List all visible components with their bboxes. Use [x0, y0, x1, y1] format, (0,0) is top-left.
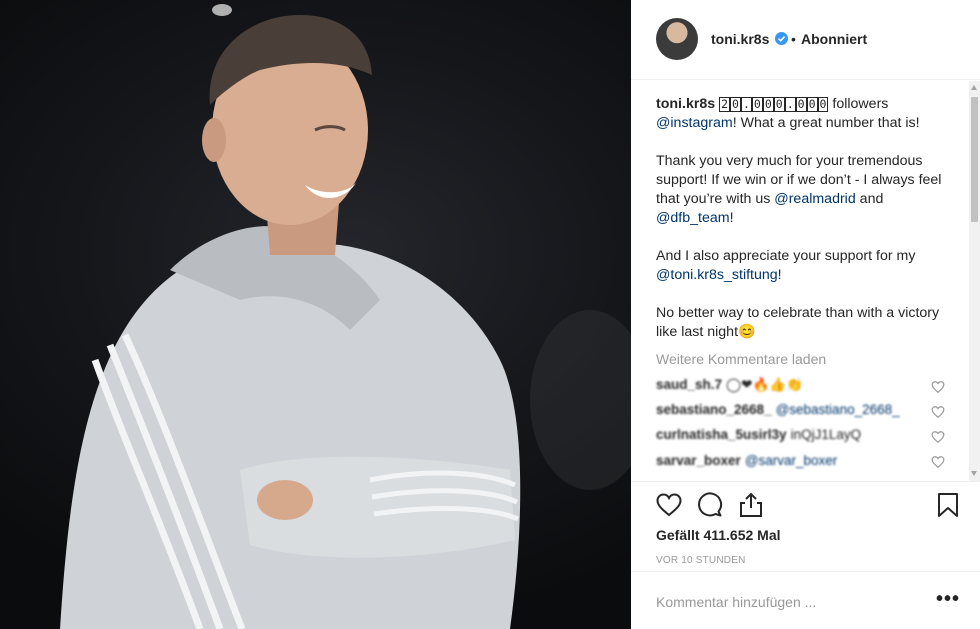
- comment-username[interactable]: sebastiano_2668_: [656, 402, 772, 417]
- smile-emoji-icon: 😊: [738, 324, 756, 340]
- boxed-digit: 0: [795, 97, 807, 112]
- post-timestamp[interactable]: VOR 10 STUNDEN: [656, 555, 746, 566]
- caption-followers-text: followers: [828, 96, 889, 112]
- comment-text: ◯❤🔥👍👏: [726, 377, 803, 392]
- header-username[interactable]: toni.kr8s: [711, 31, 769, 47]
- scroll-up-arrow-icon[interactable]: [971, 85, 977, 90]
- comment-mention[interactable]: @sarvar_boxer: [745, 453, 838, 468]
- boxed-digit: 0: [751, 97, 763, 112]
- add-comment-bar: •••: [631, 571, 980, 629]
- caption-p2-end: !: [729, 210, 734, 226]
- comment-icon[interactable]: [696, 491, 724, 519]
- post-caption: toni.kr8s 20.000.000 followers @instagra…: [656, 95, 948, 361]
- boxed-digit: 0: [773, 97, 785, 112]
- boxed-digit: 0: [730, 97, 741, 112]
- post-photo: [0, 0, 631, 629]
- comments-area: toni.kr8s 20.000.000 followers @instagra…: [631, 81, 980, 481]
- comment-username[interactable]: curlnatisha_5usirl3y: [656, 427, 787, 442]
- comments-scrollbar[interactable]: [969, 81, 980, 481]
- post-side-panel: toni.kr8s • Abonniert toni.kr8s 20.000.0…: [631, 0, 980, 629]
- caption-p4-text: No better way to celebrate than with a v…: [656, 305, 940, 340]
- likes-count[interactable]: Gefällt 411.652 Mal: [656, 527, 781, 543]
- post-header: toni.kr8s • Abonniert: [631, 0, 980, 80]
- verified-badge-icon: [775, 32, 788, 45]
- follow-status-button[interactable]: Abonniert: [801, 31, 867, 47]
- mention-instagram[interactable]: @instagram: [656, 115, 733, 131]
- bookmark-icon[interactable]: [934, 491, 962, 519]
- mention-realmadrid[interactable]: @realmadrid: [774, 191, 855, 207]
- comment-row: saud_sh.7 ◯❤🔥👍👏: [656, 377, 956, 397]
- boxed-number: 20.000.000: [719, 95, 829, 114]
- comment-like-heart-icon[interactable]: [931, 430, 945, 444]
- comment-like-heart-icon[interactable]: [931, 405, 945, 419]
- photo-illustration: [60, 4, 631, 629]
- scroll-down-arrow-icon[interactable]: [971, 471, 977, 476]
- add-comment-input[interactable]: [656, 591, 916, 613]
- comment-like-heart-icon[interactable]: [931, 455, 945, 469]
- header-separator: •: [791, 31, 796, 47]
- boxed-digit: 0: [817, 97, 829, 112]
- caption-p2-and: and: [855, 191, 884, 207]
- comment-row: sebastiano_2668_ @sebastiano_2668_: [656, 402, 956, 422]
- boxed-digit: 0: [806, 97, 818, 112]
- caption-username[interactable]: toni.kr8s: [656, 96, 715, 112]
- scrollbar-thumb[interactable]: [971, 97, 978, 222]
- mention-stiftung[interactable]: @toni.kr8s_stiftung: [656, 267, 778, 283]
- load-more-comments-button[interactable]: Weitere Kommentare laden: [656, 351, 826, 367]
- comment-like-heart-icon[interactable]: [931, 380, 945, 394]
- comment-username[interactable]: saud_sh.7: [656, 377, 722, 392]
- caption-p3-end: !: [777, 267, 782, 283]
- comment-username[interactable]: sarvar_boxer: [656, 453, 741, 468]
- heart-icon[interactable]: [655, 491, 683, 519]
- mention-dfb-team[interactable]: @dfb_team: [656, 210, 730, 226]
- comment-row: curlnatisha_5usirl3y inQjJ1LayQ: [656, 427, 956, 447]
- boxed-digit: .: [740, 97, 752, 112]
- share-icon[interactable]: [737, 491, 765, 519]
- post-actions: Gefällt 411.652 Mal VOR 10 STUNDEN: [631, 481, 980, 581]
- comment-row: sarvar_boxer @sarvar_boxer: [656, 453, 956, 473]
- comment-mention[interactable]: @sebastiano_2668_: [776, 402, 900, 417]
- more-options-button[interactable]: •••: [936, 589, 959, 609]
- boxed-digit: 2: [719, 97, 731, 112]
- boxed-digit: .: [784, 97, 796, 112]
- comment-text: inQjJ1LayQ: [790, 427, 862, 442]
- avatar[interactable]: [656, 18, 698, 60]
- caption-p3-text: And I also appreciate your support for m…: [656, 248, 916, 264]
- caption-line1-end: ! What a great number that is!: [732, 115, 920, 131]
- boxed-digit: 0: [762, 97, 774, 112]
